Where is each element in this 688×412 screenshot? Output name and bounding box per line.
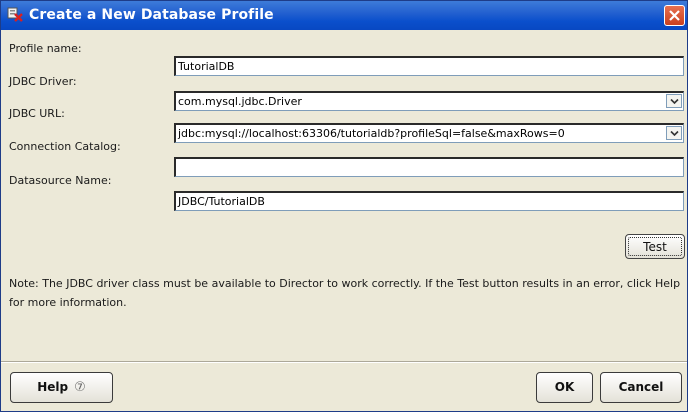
profile-name-value: TutorialDB: [178, 60, 235, 73]
jdbc-url-dropdown-button[interactable]: [666, 126, 682, 140]
note-text: Note: The JDBC driver class must be avai…: [9, 277, 681, 309]
ok-button[interactable]: OK: [536, 372, 593, 403]
title-bar[interactable]: Create a New Database Profile: [1, 1, 687, 30]
profile-name-label: Profile name:: [9, 42, 82, 55]
window-title: Create a New Database Profile: [29, 7, 274, 23]
test-button-label: Test: [628, 237, 682, 256]
jdbc-driver-select[interactable]: com.mysql.jdbc.Driver: [174, 91, 684, 111]
dialog-window: Create a New Database Profile Profile na…: [0, 0, 688, 412]
jdbc-driver-label: JDBC Driver:: [9, 75, 77, 88]
chevron-down-icon: [670, 130, 679, 137]
database-profile-icon: [7, 7, 23, 23]
ok-button-label: OK: [554, 380, 575, 394]
footer-separator: [1, 361, 687, 363]
help-circle-icon: ⑦: [74, 380, 86, 395]
dialog-content: Profile name: TutorialDB JDBC Driver: co…: [1, 30, 687, 411]
help-button[interactable]: Help ⑦: [10, 372, 113, 403]
connection-catalog-label: Connection Catalog:: [9, 140, 121, 153]
jdbc-driver-value: com.mysql.jdbc.Driver: [178, 95, 302, 108]
help-button-label: Help: [37, 380, 69, 394]
datasource-name-input[interactable]: JDBC/TutorialDB: [174, 191, 684, 211]
close-icon: [669, 10, 680, 21]
datasource-name-value: JDBC/TutorialDB: [178, 195, 265, 208]
jdbc-url-select[interactable]: jdbc:mysql://localhost:63306/tutorialdb?…: [174, 123, 684, 143]
jdbc-driver-dropdown-button[interactable]: [666, 94, 682, 108]
close-button[interactable]: [664, 5, 685, 26]
datasource-name-label: Datasource Name:: [9, 174, 112, 187]
connection-catalog-input[interactable]: [174, 157, 684, 177]
jdbc-url-label: JDBC URL:: [9, 107, 65, 120]
test-button[interactable]: Test: [625, 234, 685, 259]
chevron-down-icon: [670, 98, 679, 105]
jdbc-url-value: jdbc:mysql://localhost:63306/tutorialdb?…: [178, 127, 565, 140]
cancel-button[interactable]: Cancel: [600, 372, 682, 403]
cancel-button-label: Cancel: [618, 380, 664, 394]
profile-name-input[interactable]: TutorialDB: [174, 56, 684, 76]
